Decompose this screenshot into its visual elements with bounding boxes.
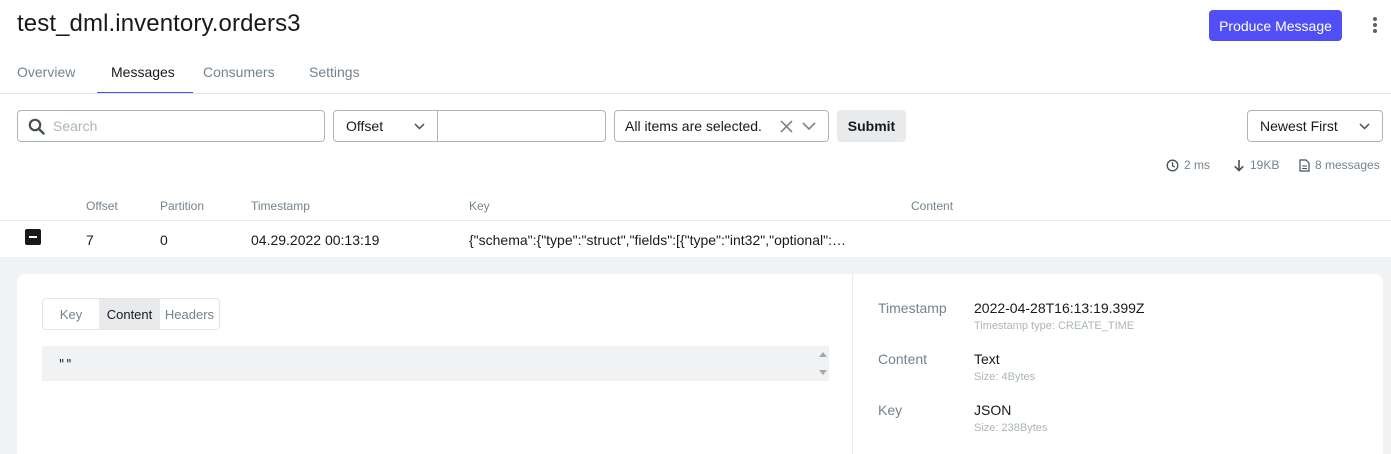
messages-stat: 8 messages	[1299, 158, 1380, 172]
topic-tabs: Overview Messages Consumers Settings	[0, 52, 1391, 94]
content-label: Content	[878, 351, 928, 367]
arrow-down-icon	[1234, 159, 1244, 172]
search-input[interactable]	[53, 118, 303, 134]
row-key: {"schema":{"type":"struct","fields":[{"t…	[469, 232, 846, 248]
elapsed-stat: 2 ms	[1166, 158, 1210, 172]
scroll-up-icon[interactable]	[819, 352, 827, 357]
bytes-value: 19KB	[1250, 158, 1280, 172]
chevron-down-icon[interactable]	[802, 122, 816, 130]
key-type-value: JSON	[974, 402, 1012, 418]
tab-key[interactable]: Key	[43, 299, 99, 329]
column-offset: Offset	[86, 199, 118, 213]
content-text: ""	[58, 357, 73, 371]
content-scrollbar[interactable]	[817, 348, 827, 379]
timestamp-label: Timestamp	[878, 300, 947, 316]
row-timestamp: 04.29.2022 00:13:19	[251, 232, 380, 248]
seek-type-value: Offset	[346, 118, 384, 134]
column-partition: Partition	[160, 199, 205, 213]
content-tabs: Key Content Headers	[42, 298, 220, 330]
messages-table-header: Offset Partition Timestamp Key Content	[0, 192, 1391, 221]
table-row[interactable]: 7 0 04.29.2022 00:13:19 {"schema":{"type…	[0, 221, 1391, 257]
details-divider	[852, 274, 853, 454]
content-type-value: Text	[974, 351, 1000, 367]
tab-consumers[interactable]: Consumers	[203, 64, 275, 93]
bytes-stat: 19KB	[1233, 158, 1279, 172]
column-timestamp: Timestamp	[251, 199, 310, 213]
row-offset: 7	[86, 232, 94, 248]
sort-select[interactable]: Newest First	[1247, 110, 1383, 142]
produce-message-button[interactable]: Produce Message	[1209, 10, 1342, 41]
message-details-panel: Key Content Headers "" Timestamp 2022-04…	[0, 257, 1391, 454]
column-content: Content	[911, 199, 954, 213]
timestamp-value: 2022-04-28T16:13:19.399Z	[974, 300, 1145, 316]
tab-content[interactable]: Content	[99, 299, 160, 329]
search-icon	[28, 118, 45, 135]
partitions-select-label: All items are selected.	[625, 118, 762, 134]
row-partition: 0	[160, 232, 168, 248]
seek-type-select[interactable]: Offset	[333, 110, 438, 142]
offset-input[interactable]	[437, 110, 606, 142]
elapsed-value: 2 ms	[1184, 158, 1211, 172]
message-details-card: Key Content Headers "" Timestamp 2022-04…	[17, 274, 1383, 454]
column-key: Key	[469, 199, 490, 213]
chevron-down-icon	[1359, 122, 1370, 130]
tab-messages[interactable]: Messages	[97, 64, 193, 93]
key-label: Key	[878, 402, 903, 418]
clock-icon	[1166, 159, 1179, 171]
topic-messages-page: test_dml.inventory.orders3 Produce Messa…	[0, 0, 1391, 454]
content-viewer[interactable]: ""	[42, 346, 829, 381]
chevron-down-icon	[414, 122, 425, 130]
sort-select-value: Newest First	[1260, 118, 1338, 134]
messages-count: 8 messages	[1315, 158, 1380, 172]
key-size: Size: 238Bytes	[974, 422, 1048, 434]
partitions-select[interactable]: All items are selected.	[614, 110, 829, 142]
more-options-icon[interactable]	[1367, 14, 1383, 36]
clear-icon[interactable]	[779, 119, 794, 134]
tab-settings[interactable]: Settings	[309, 64, 360, 93]
search-field[interactable]	[17, 110, 325, 142]
tab-overview[interactable]: Overview	[17, 64, 75, 93]
scroll-down-icon[interactable]	[819, 370, 827, 375]
content-size: Size: 4Bytes	[974, 371, 1036, 383]
page-title: test_dml.inventory.orders3	[17, 10, 301, 37]
file-icon	[1299, 158, 1310, 172]
tab-headers[interactable]: Headers	[160, 299, 219, 329]
submit-button[interactable]: Submit	[837, 110, 906, 142]
timestamp-type: Timestamp type: CREATE_TIME	[974, 320, 1135, 332]
